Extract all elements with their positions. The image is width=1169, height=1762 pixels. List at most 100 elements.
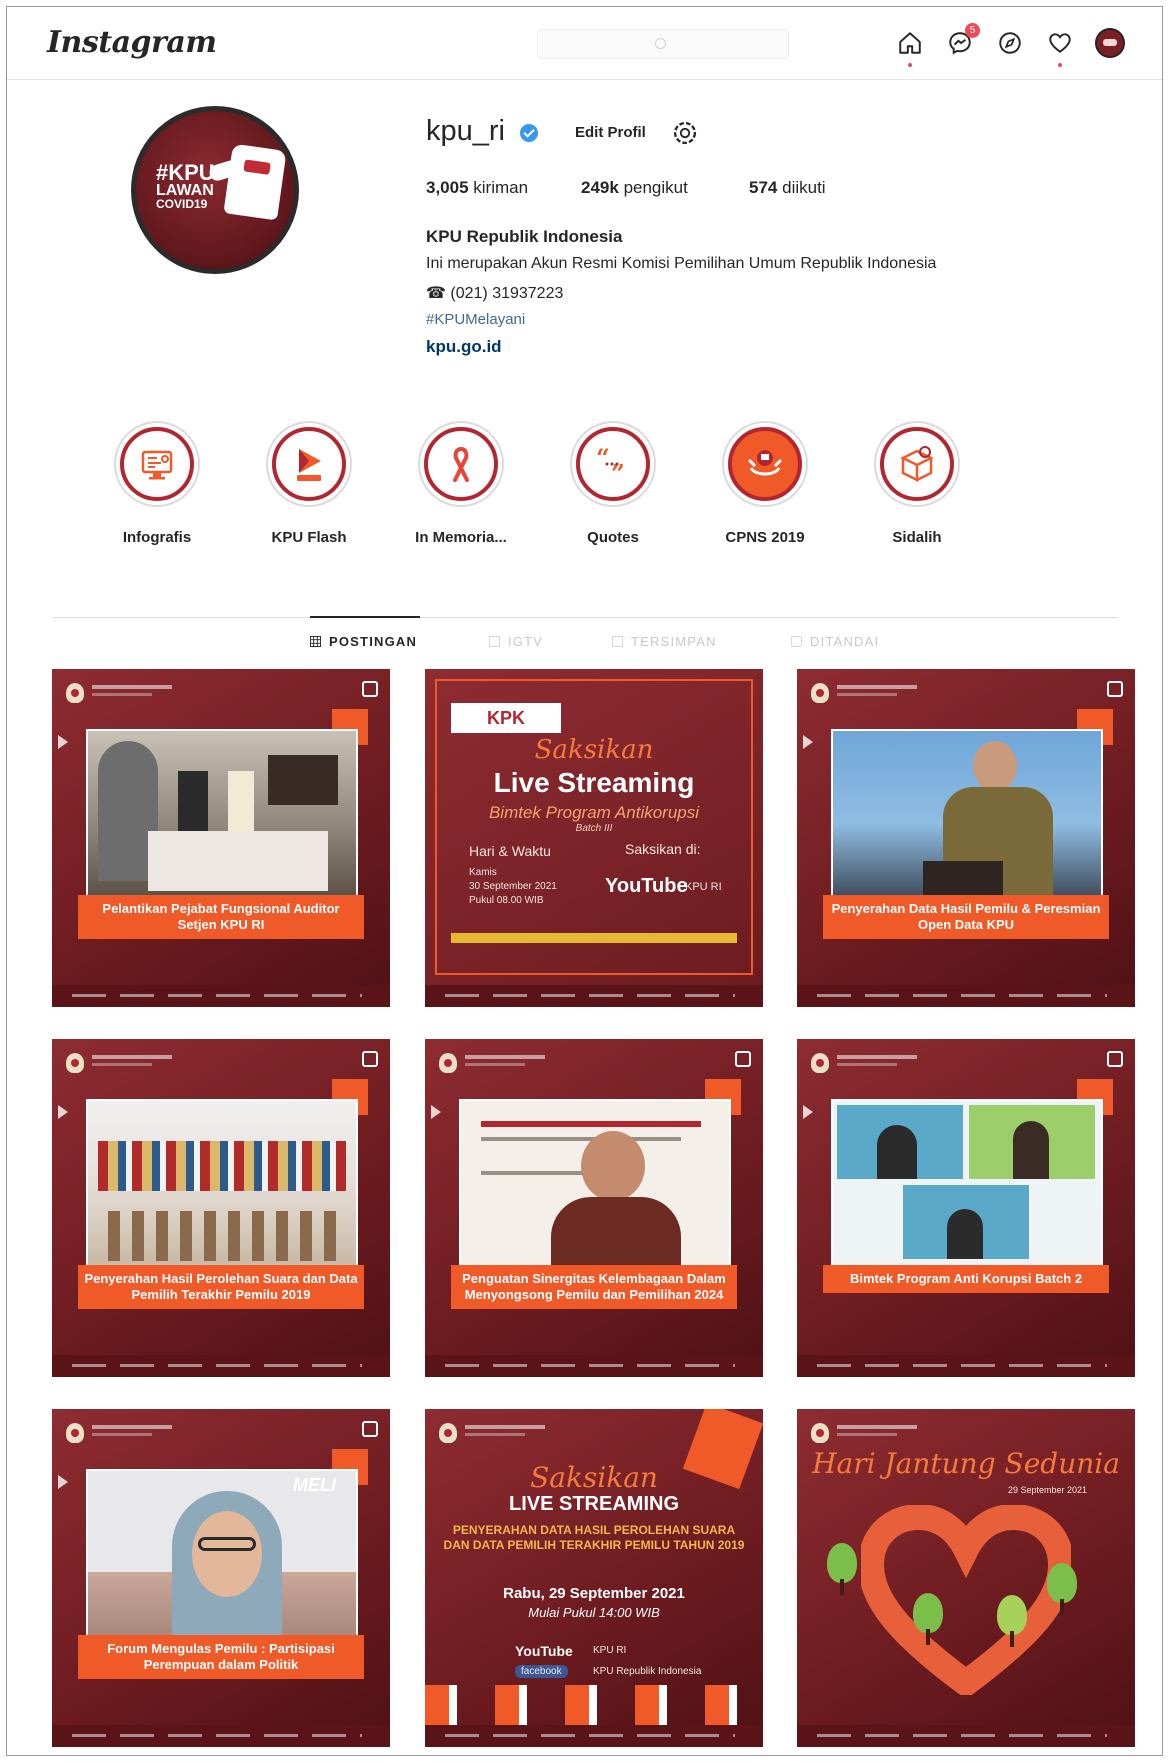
post-6[interactable]: Bimtek Program Anti Korupsi Batch 2 xyxy=(797,1039,1135,1377)
profile-bio: Ini merupakan Akun Resmi Komisi Pemiliha… xyxy=(426,255,937,272)
highlight-cover: “” xyxy=(576,427,650,501)
post-footer xyxy=(797,985,1135,1007)
post-photo: MELI xyxy=(86,1469,358,1641)
highlight-cover xyxy=(880,427,954,501)
highlight-in-memoria[interactable]: In Memoria... xyxy=(401,421,521,546)
edit-profile-button[interactable]: Edit Profil xyxy=(565,119,656,147)
highlight-ring xyxy=(114,421,200,507)
post-header-text xyxy=(837,685,917,696)
post-day: Kamis xyxy=(469,867,497,878)
messages-badge: 5 xyxy=(965,23,980,38)
post-title: PENYERAHAN DATA HASIL PEROLEHAN SUARA DA… xyxy=(443,1523,745,1552)
youtube-logo: YouTube xyxy=(515,1643,573,1659)
kpu-logo-icon xyxy=(66,683,84,703)
kpu-logo-icon xyxy=(439,1423,457,1443)
play-icon xyxy=(297,449,321,481)
tab-postingan[interactable]: POSTINGAN xyxy=(310,634,417,649)
kpu-logo-icon xyxy=(66,1053,84,1073)
active-tab-indicator xyxy=(310,616,420,618)
profile-phone: ☎ (021) 31937223 xyxy=(426,283,563,303)
profile-avatar[interactable]: #KPU LAWAN COVID19 xyxy=(131,106,299,274)
kpu-logo-icon xyxy=(66,1423,84,1443)
highlight-ring xyxy=(266,421,352,507)
settings-gear-icon[interactable] xyxy=(671,119,699,147)
phone-icon: ☎ xyxy=(426,285,446,302)
post-caption: Bimtek Program Anti Korupsi Batch 2 xyxy=(823,1265,1109,1293)
posts-count: 3,005 xyxy=(426,178,469,197)
highlight-cover xyxy=(272,427,346,501)
avatar-line-3: COVID19 xyxy=(156,197,208,211)
highlight-cpns-2019[interactable]: CPNS 2019 xyxy=(705,421,825,546)
grid-icon xyxy=(310,636,321,647)
post-date: 29 September 2021 xyxy=(1007,1485,1087,1495)
highlight-ring xyxy=(874,421,960,507)
post-footer xyxy=(425,1725,763,1747)
post-9[interactable]: Hari Jantung Sedunia 29 September 2021 xyxy=(797,1409,1135,1747)
mascot-icon xyxy=(223,143,287,221)
post-4[interactable]: Penyerahan Hasil Perolehan Suara dan Dat… xyxy=(52,1039,390,1377)
post-2[interactable]: KPK Saksikan Live Streaming Bimtek Progr… xyxy=(425,669,763,1007)
highlight-kpu-flash[interactable]: KPU Flash xyxy=(249,421,369,546)
post-script-title: Saksikan xyxy=(534,735,654,765)
highlight-cover xyxy=(120,427,194,501)
play-marker-icon xyxy=(58,735,68,749)
post-1[interactable]: Pelantikan Pejabat Fungsional Auditor Se… xyxy=(52,669,390,1007)
home-button[interactable] xyxy=(894,27,926,67)
carousel-icon xyxy=(362,1421,378,1437)
post-script-title: Saksikan xyxy=(530,1461,658,1494)
highlight-label: Quotes xyxy=(587,529,639,546)
highlight-sidalih[interactable]: Sidalih xyxy=(857,421,977,546)
tab-label: TERSIMPAN xyxy=(631,634,717,649)
profile-hashtag[interactable]: #KPUMelayani xyxy=(426,311,525,328)
carousel-icon xyxy=(1107,1051,1123,1067)
highlight-ring xyxy=(418,421,504,507)
highlight-label: In Memoria... xyxy=(415,529,507,546)
post-right-label: Saksikan di: xyxy=(625,841,701,857)
batch-strip xyxy=(451,933,737,943)
profile-website-link[interactable]: kpu.go.id xyxy=(426,337,502,357)
tree-icon xyxy=(997,1595,1027,1647)
post-7[interactable]: MELI Forum Mengulas Pemilu : Partisipasi… xyxy=(52,1409,390,1747)
tab-igtv[interactable]: IGTV xyxy=(489,634,543,649)
profile-username: kpu_ri xyxy=(426,115,505,147)
profile-button[interactable] xyxy=(1094,27,1126,59)
following-count: 574 xyxy=(749,178,778,197)
post-subtitle: Bimtek Program Antikorupsi xyxy=(488,803,700,822)
tab-ditandai[interactable]: DITANDAI xyxy=(791,634,879,649)
following-stat[interactable]: 574 diikuti xyxy=(749,178,826,198)
svg-text:“: “ xyxy=(596,443,610,472)
play-marker-icon xyxy=(58,1105,68,1119)
emblem-icon xyxy=(747,450,783,476)
play-marker-icon xyxy=(431,1105,441,1119)
tab-label: POSTINGAN xyxy=(329,634,418,649)
post-8[interactable]: Saksikan LIVE STREAMING PENYERAHAN DATA … xyxy=(425,1409,763,1747)
highlight-ring xyxy=(722,421,808,507)
search-box[interactable] xyxy=(537,29,789,59)
infographic-icon xyxy=(141,450,173,480)
instagram-logo[interactable]: Instagram xyxy=(47,25,217,60)
carousel-icon xyxy=(362,1051,378,1067)
highlight-cover xyxy=(728,427,802,501)
highlight-quotes[interactable]: “” Quotes xyxy=(553,421,673,546)
highlight-infografis[interactable]: Infografis xyxy=(97,421,217,546)
highlight-label: Infografis xyxy=(122,529,192,546)
post-headline: Live Streaming xyxy=(493,767,695,798)
activity-button[interactable] xyxy=(1044,27,1076,67)
facebook-channel: KPU Republik Indonesia xyxy=(593,1666,702,1677)
post-date: 30 September 2021 xyxy=(469,881,557,892)
post-header-text xyxy=(92,1425,172,1436)
tab-label: DITANDAI xyxy=(810,634,880,649)
post-5[interactable]: Penguatan Sinergitas Kelembagaan Dalam M… xyxy=(425,1039,763,1377)
post-photo xyxy=(86,729,358,901)
avatar-line-2: LAWAN xyxy=(156,182,214,199)
post-photo xyxy=(86,1099,358,1271)
followers-stat[interactable]: 249k pengikut xyxy=(581,178,688,198)
post-3[interactable]: Penyerahan Data Hasil Pemilu & Peresmian… xyxy=(797,669,1135,1007)
tabs-divider xyxy=(53,617,1118,618)
messages-button[interactable]: 5 xyxy=(944,23,980,59)
carousel-icon xyxy=(1107,681,1123,697)
bookmark-icon xyxy=(612,636,623,647)
post-photo xyxy=(831,1099,1103,1271)
explore-button[interactable] xyxy=(994,27,1026,59)
tab-tersimpan[interactable]: TERSIMPAN xyxy=(612,634,717,649)
